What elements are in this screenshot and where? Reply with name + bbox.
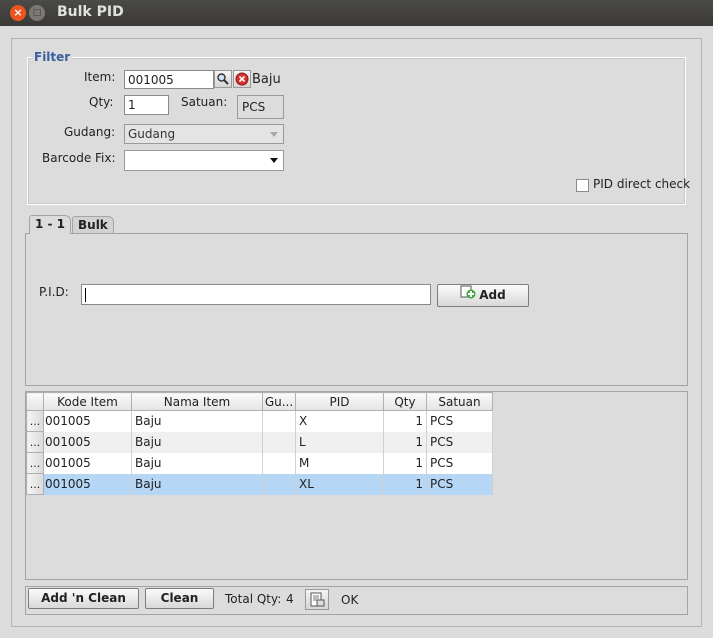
column-header[interactable]: Kode Item <box>43 392 132 411</box>
cell-nama[interactable]: Baju <box>131 452 263 474</box>
gudang-label: Gudang: <box>64 125 116 139</box>
column-header[interactable]: PID <box>295 392 384 411</box>
export-icon[interactable] <box>305 589 329 610</box>
cell-satuan[interactable]: PCS <box>426 452 493 474</box>
cell-nama[interactable]: Baju <box>131 473 263 495</box>
table-header-row: Kode Item Nama Item Gu... PID Qty Satuan <box>26 392 493 411</box>
cell-pid[interactable]: XL <box>295 473 384 495</box>
cell-gudang[interactable] <box>262 452 296 474</box>
cell-pid[interactable]: M <box>295 452 384 474</box>
cell-nama[interactable]: Baju <box>131 431 263 453</box>
satuan-label: Satuan: <box>181 95 228 109</box>
table-row-selected[interactable]: ... 001005 Baju XL 1 PCS <box>26 473 493 495</box>
cell-qty[interactable]: 1 <box>383 452 427 474</box>
add-pid-button[interactable]: Add <box>437 284 529 307</box>
cell-kode[interactable]: 001005 <box>43 431 132 453</box>
pid-direct-label: PID direct check <box>593 177 691 191</box>
gudang-value: Gudang <box>128 127 176 141</box>
add-n-clean-button[interactable]: Add 'n Clean <box>28 588 139 609</box>
cell-satuan[interactable]: PCS <box>426 473 493 495</box>
item-name: Baju <box>252 72 281 87</box>
cell-qty[interactable]: 1 <box>383 410 427 432</box>
pid-input[interactable] <box>81 284 431 305</box>
total-qty-value: 4 <box>286 592 294 606</box>
text-caret <box>85 287 86 302</box>
items-table: Kode Item Nama Item Gu... PID Qty Satuan… <box>26 392 493 495</box>
table-row[interactable]: ... 001005 Baju X 1 PCS <box>26 410 493 432</box>
pid-label: P.I.D: <box>39 285 69 299</box>
cell-qty[interactable]: 1 <box>383 473 427 495</box>
window-title: Bulk PID <box>57 4 124 20</box>
cell-pid[interactable]: X <box>295 410 384 432</box>
cell-gudang[interactable] <box>262 431 296 453</box>
table-row[interactable]: ... 001005 Baju L 1 PCS <box>26 431 493 453</box>
item-field[interactable]: 001005 <box>124 70 214 89</box>
barcode-label: Barcode Fix: <box>42 151 116 165</box>
item-label: Item: <box>84 70 116 84</box>
status-text: OK <box>341 593 359 607</box>
cell-kode[interactable]: 001005 <box>43 452 132 474</box>
search-icon[interactable] <box>214 70 232 88</box>
cell-gudang[interactable] <box>262 410 296 432</box>
add-icon <box>460 285 476 306</box>
filter-legend: Filter <box>32 50 73 64</box>
pid-direct-checkbox[interactable] <box>576 179 589 192</box>
clean-button[interactable]: Clean <box>145 588 214 609</box>
cell-gudang[interactable] <box>262 473 296 495</box>
tab-1-1[interactable]: 1 - 1 <box>29 215 72 234</box>
cell-satuan[interactable]: PCS <box>426 410 493 432</box>
qty-field[interactable]: 1 <box>124 95 169 115</box>
title-bar: × □ Bulk PID <box>0 0 713 26</box>
table-row[interactable]: ... 001005 Baju M 1 PCS <box>26 452 493 474</box>
row-header[interactable]: ... <box>26 410 44 432</box>
close-icon[interactable]: × <box>10 5 26 21</box>
chevron-down-icon <box>270 132 278 137</box>
qty-label: Qty: <box>89 95 114 109</box>
column-header[interactable]: Gu... <box>262 392 296 411</box>
column-header[interactable]: Satuan <box>426 392 493 411</box>
row-header-corner <box>26 392 44 411</box>
add-pid-button-label: Add <box>479 288 506 302</box>
column-header[interactable]: Nama Item <box>131 392 263 411</box>
cell-nama[interactable]: Baju <box>131 410 263 432</box>
row-header[interactable]: ... <box>26 473 44 495</box>
cell-kode[interactable]: 001005 <box>43 473 132 495</box>
maximize-icon[interactable]: □ <box>29 5 45 21</box>
cell-qty[interactable]: 1 <box>383 431 427 453</box>
row-header[interactable]: ... <box>26 431 44 453</box>
barcode-select[interactable] <box>124 150 284 171</box>
column-header[interactable]: Qty <box>383 392 427 411</box>
cell-kode[interactable]: 001005 <box>43 410 132 432</box>
row-header[interactable]: ... <box>26 452 44 474</box>
tab-panel <box>25 233 688 386</box>
tab-bulk[interactable]: Bulk <box>72 216 114 234</box>
satuan-field: PCS <box>237 95 284 119</box>
chevron-down-icon <box>270 158 278 163</box>
gudang-select: Gudang <box>124 124 284 144</box>
total-qty-label: Total Qty: <box>225 592 282 606</box>
cell-pid[interactable]: L <box>295 431 384 453</box>
cell-satuan[interactable]: PCS <box>426 431 493 453</box>
clear-icon[interactable] <box>233 70 251 88</box>
